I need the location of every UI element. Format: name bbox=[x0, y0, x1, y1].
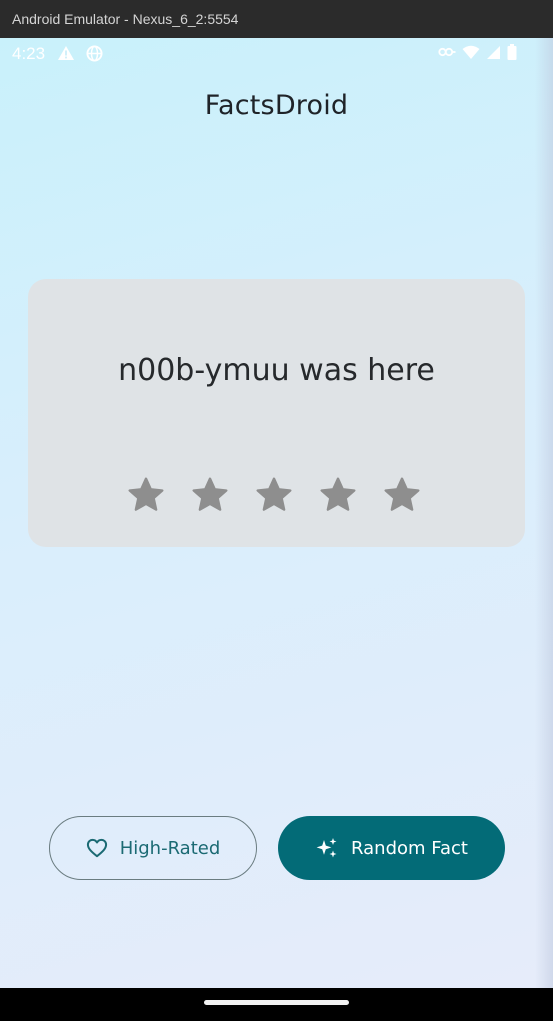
random-fact-label: Random Fact bbox=[351, 837, 468, 859]
random-fact-button[interactable]: Random Fact bbox=[278, 816, 505, 880]
fact-card: n00b-ymuu was here bbox=[28, 279, 525, 547]
star-icon[interactable] bbox=[318, 475, 358, 515]
globe-icon bbox=[86, 45, 103, 62]
star-icon[interactable] bbox=[126, 475, 166, 515]
emulator-title: Android Emulator - Nexus_6_2:5554 bbox=[12, 11, 239, 27]
status-time: 4:23 bbox=[12, 44, 46, 63]
heart-icon bbox=[86, 838, 107, 858]
app-title: FactsDroid bbox=[204, 90, 349, 121]
warning-icon bbox=[58, 46, 74, 60]
wifi-icon bbox=[462, 45, 480, 59]
fact-text: n00b-ymuu was here bbox=[118, 353, 435, 388]
device-screen: 4:23 FactsDroid n00b-ymuu was here High-… bbox=[0, 38, 553, 988]
navigation-bar bbox=[0, 988, 553, 1021]
emulator-title-bar: Android Emulator - Nexus_6_2:5554 bbox=[0, 0, 553, 38]
status-right-icons bbox=[438, 44, 517, 60]
star-icon[interactable] bbox=[254, 475, 294, 515]
emulator-window: Android Emulator - Nexus_6_2:5554 4:23 F… bbox=[0, 0, 553, 1021]
status-bar: 4:23 bbox=[0, 38, 553, 70]
star-icon[interactable] bbox=[382, 475, 422, 515]
star-icon[interactable] bbox=[190, 475, 230, 515]
high-rated-label: High-Rated bbox=[119, 837, 221, 859]
signal-icon bbox=[487, 45, 500, 59]
battery-icon bbox=[507, 44, 517, 60]
screen-edge-shadow bbox=[535, 38, 553, 988]
key-icon bbox=[438, 47, 456, 57]
star-rating bbox=[126, 475, 422, 515]
sparkles-icon bbox=[316, 838, 337, 858]
high-rated-button[interactable]: High-Rated bbox=[49, 816, 257, 880]
home-gesture-handle[interactable] bbox=[204, 1000, 349, 1005]
